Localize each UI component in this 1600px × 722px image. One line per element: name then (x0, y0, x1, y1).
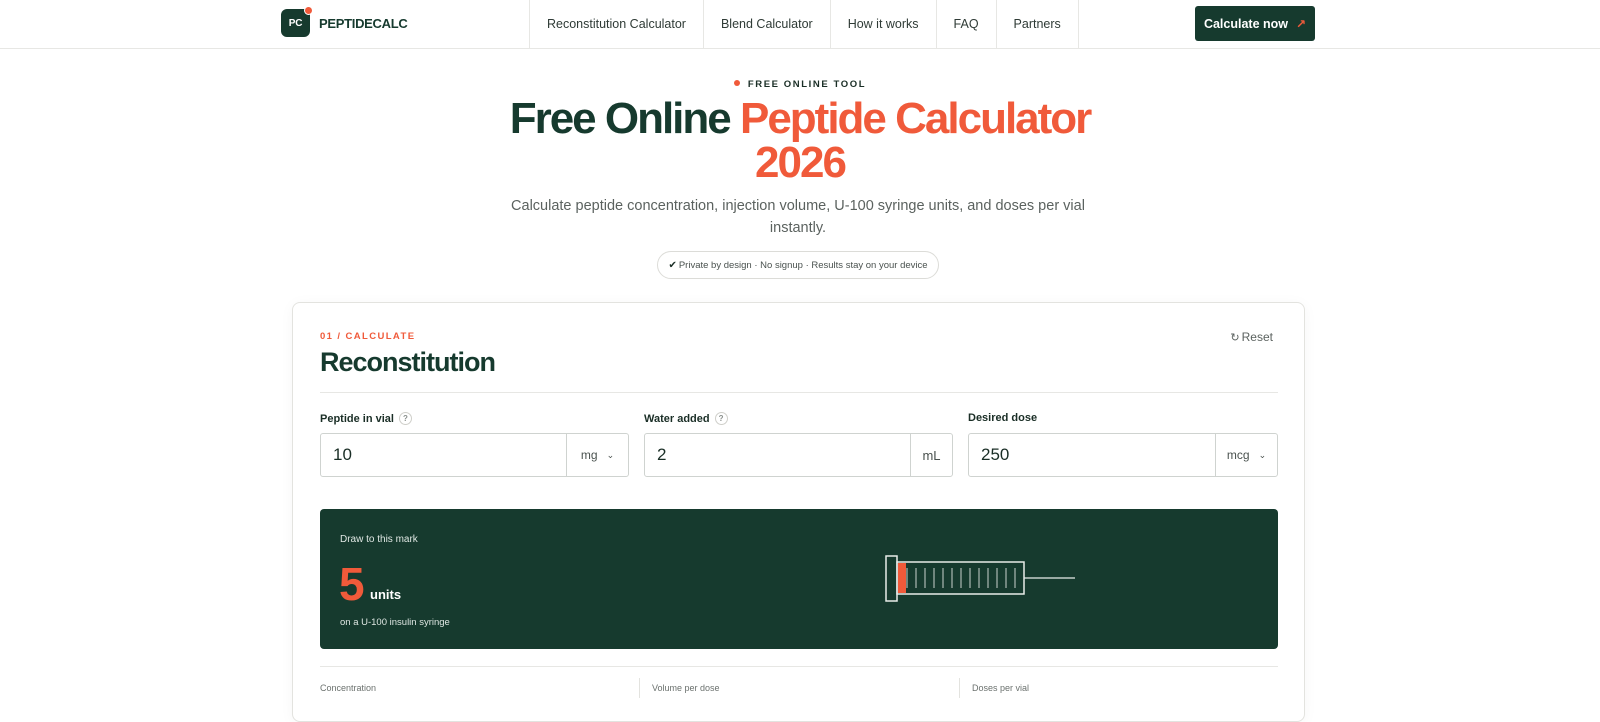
title-year: 2026 (755, 138, 847, 187)
syringe-fill (898, 563, 906, 593)
nav-item-how-it-works[interactable]: How it works (831, 0, 937, 48)
stats-divider (320, 666, 1278, 667)
eyebrow-dot-icon (733, 80, 740, 86)
hero-subtitle: Calculate peptide concentration, injecti… (511, 198, 1085, 236)
site-header: PC PEPTIDECALC Reconstitution Calculator… (0, 0, 1600, 49)
nav-item-reconstitution-calculator[interactable]: Reconstitution Calculator (530, 0, 704, 48)
calculate-now-button[interactable]: Calculate now ↗ (1195, 6, 1315, 41)
result-panel: Draw to this mark 5 units on a U-100 ins… (320, 509, 1278, 649)
help-icon[interactable]: ? (398, 412, 412, 425)
chevron-down-icon: ⌄ (606, 449, 615, 460)
nav-item-blend-calculator[interactable]: Blend Calculator (704, 0, 831, 48)
dose-unit-value: mcg (1226, 448, 1250, 462)
desired-dose-field: 250 mcg ⌄ (968, 433, 1278, 477)
title-part-2: Peptide Calculator (739, 94, 1092, 143)
main-nav: Reconstitution Calculator Blend Calculat… (529, 0, 1079, 48)
reset-label: Reset (1241, 330, 1273, 344)
water-added-label: Water added ? (644, 412, 728, 425)
logo-mark-icon: PC (281, 6, 313, 37)
desired-dose-input[interactable]: 250 (969, 434, 1215, 476)
logo-dot-icon (304, 6, 313, 15)
eyebrow-text: FREE ONLINE TOOL (747, 79, 867, 90)
chevron-down-icon: ⌄ (1258, 449, 1267, 460)
peptide-in-vial-input[interactable]: 10 (321, 434, 566, 476)
arrow-up-right-icon: ↗ (1295, 16, 1307, 31)
dose-unit-select[interactable]: mcg ⌄ (1215, 434, 1277, 476)
reset-icon: ↻ (1230, 332, 1240, 344)
water-unit-label: mL (910, 434, 952, 476)
logo-text: PEPTIDECALC (319, 15, 408, 31)
calculator-card: 01 / CALCULATE Reconstitution ↻ Reset Pep… (292, 302, 1305, 722)
water-unit-value: mL (922, 447, 941, 463)
result-value: 5 (339, 558, 365, 610)
water-added-label-text: Water added (644, 412, 710, 425)
result-unit: units (370, 587, 402, 602)
stat-volume-per-dose-label: Volume per dose (652, 683, 720, 693)
peptide-in-vial-label: Peptide in vial ? (320, 412, 412, 425)
check-icon: ✔ (668, 259, 677, 271)
desired-dose-label-text: Desired dose (968, 412, 1038, 424)
title-part-1: Free Online (509, 94, 740, 143)
syringe-plunger (885, 555, 898, 602)
peptide-in-vial-label-text: Peptide in vial (320, 412, 394, 425)
peptide-unit-select[interactable]: mg ⌄ (566, 434, 628, 476)
syringe-icon (885, 555, 1075, 602)
page-title: Free Online Peptide Calculator 2026 (0, 97, 1600, 185)
desired-dose-label: Desired dose (968, 412, 1037, 424)
step-label: 01 / CALCULATE (320, 331, 416, 342)
reset-button[interactable]: ↻ Reset (1230, 330, 1273, 344)
stat-separator (959, 678, 960, 698)
stat-separator (639, 678, 640, 698)
header-divider (320, 392, 1278, 393)
nav-item-partners[interactable]: Partners (997, 0, 1079, 48)
calculator-title: Reconstitution (320, 347, 496, 377)
stat-doses-per-vial-label: Doses per vial (972, 683, 1030, 693)
syringe-ticks (906, 568, 1016, 588)
result-label: Draw to this mark (340, 534, 418, 545)
peptide-in-vial-field: 10 mg ⌄ (320, 433, 629, 477)
stat-concentration-label: Concentration (320, 683, 377, 693)
help-icon[interactable]: ? (714, 412, 728, 425)
result-note: on a U-100 insulin syringe (340, 617, 450, 628)
nav-item-faq[interactable]: FAQ (937, 0, 997, 48)
logo-mark-text: PC (288, 17, 303, 29)
water-added-field: 2 mL (644, 433, 953, 477)
water-added-input[interactable]: 2 (645, 434, 910, 476)
privacy-text: Private by design · No signup · Results … (678, 259, 928, 271)
calculate-now-label: Calculate now (1203, 16, 1288, 31)
peptide-unit-value: mg (580, 448, 598, 462)
privacy-badge: ✔ Private by design · No signup · Result… (657, 251, 939, 279)
logo[interactable]: PC PEPTIDECALC (281, 6, 408, 37)
hero-eyebrow: FREE ONLINE TOOL (0, 79, 1600, 90)
